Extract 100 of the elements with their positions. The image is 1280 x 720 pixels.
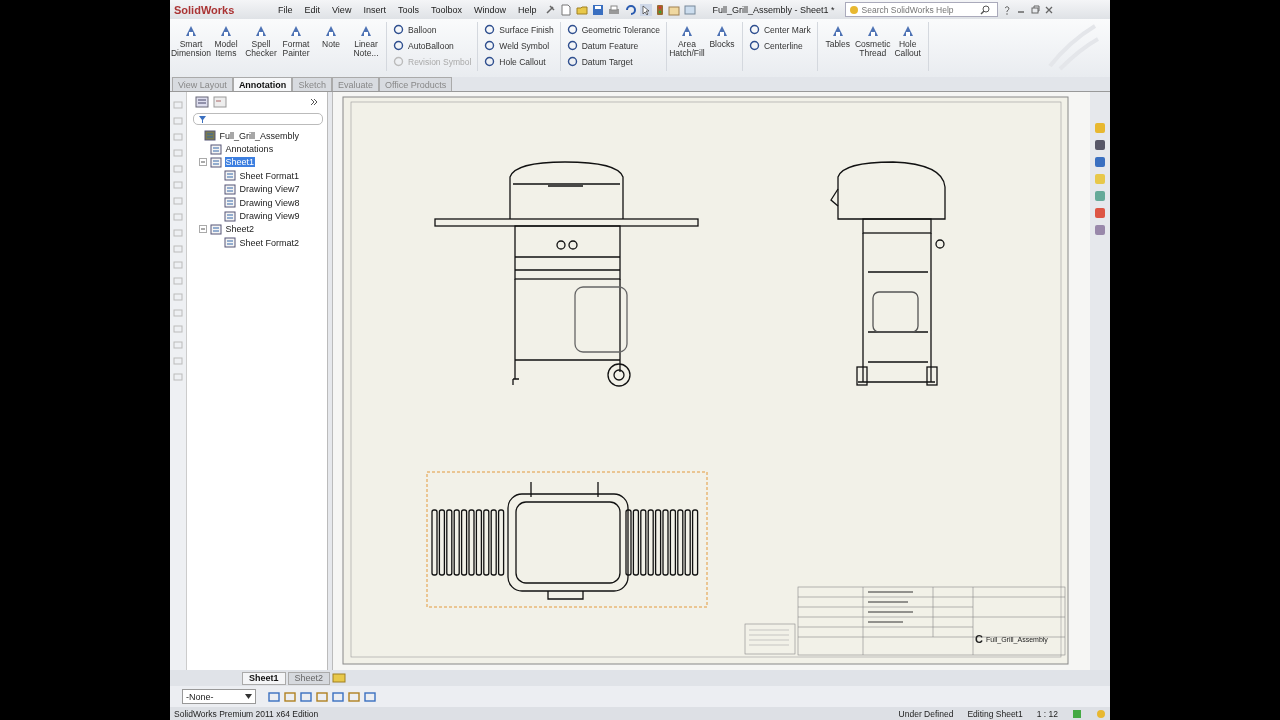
ribbon-button[interactable]: Center Mark xyxy=(745,22,814,37)
sketch-tool-icon[interactable] xyxy=(172,276,183,286)
ribbon-button[interactable]: Surface Finish xyxy=(481,22,557,37)
ribbon-button[interactable]: Note xyxy=(314,22,348,60)
ribbon-button[interactable]: Geometric Tolerance xyxy=(563,22,663,37)
ribbon-button[interactable]: Tables xyxy=(820,22,855,60)
toolbar-icon[interactable] xyxy=(300,690,312,703)
ribbon-button[interactable]: Linear Note... xyxy=(349,22,383,60)
toolbar-icon[interactable] xyxy=(316,690,328,703)
document-title: Full_Grill_Assembly - Sheet1 * xyxy=(712,4,835,15)
tree-item[interactable]: Annotations xyxy=(224,144,275,155)
tree-item[interactable]: Sheet Format1 xyxy=(238,170,301,181)
pin-icon[interactable] xyxy=(544,3,557,16)
open-folder-icon[interactable] xyxy=(576,3,589,16)
toolbar-icon[interactable] xyxy=(268,690,280,703)
ribbon-tab[interactable]: Annotation xyxy=(232,77,293,91)
tool-icon xyxy=(484,24,496,35)
task-pane-icon[interactable] xyxy=(1094,139,1106,151)
menu-item[interactable]: Window xyxy=(469,4,510,15)
toolbar-icon[interactable] xyxy=(332,690,344,703)
sketch-tool-icon[interactable] xyxy=(172,260,183,270)
tree-item[interactable]: Drawing View7 xyxy=(238,184,301,195)
tool-icon xyxy=(865,24,880,38)
tree-node-icon xyxy=(203,130,216,142)
ribbon-button[interactable]: Cosmetic Thread xyxy=(855,22,890,60)
layer-dropdown[interactable]: -None- xyxy=(182,689,256,704)
menu-item[interactable]: Toolbox xyxy=(426,4,466,15)
ribbon-button[interactable]: Hole Callout xyxy=(890,22,925,60)
ribbon-button[interactable]: Weld Symbol xyxy=(481,38,557,53)
sketch-tool-icon[interactable] xyxy=(172,212,183,222)
menu-item[interactable]: Tools xyxy=(393,4,423,15)
tree-item[interactable]: Full_Grill_Assembly xyxy=(218,130,301,141)
task-pane-icon[interactable] xyxy=(1094,224,1106,236)
tree-node-icon xyxy=(223,170,236,182)
ribbon-button[interactable]: Datum Target xyxy=(563,54,663,69)
sketch-tool-icon[interactable] xyxy=(172,116,183,126)
ribbon-button[interactable]: Balloon xyxy=(390,22,475,37)
tooltip-icon[interactable] xyxy=(1096,708,1106,719)
property-manager-tab-icon[interactable] xyxy=(212,96,227,108)
tool-icon xyxy=(566,40,578,51)
select-cursor-icon[interactable] xyxy=(640,3,653,16)
toolbar-icon[interactable] xyxy=(364,690,376,703)
tree-item[interactable]: Drawing View8 xyxy=(238,197,301,208)
ribbon-button[interactable]: Blocks xyxy=(704,22,739,60)
sketch-tool-icon[interactable] xyxy=(172,164,183,174)
ribbon-button[interactable]: Hole Callout xyxy=(481,54,557,69)
filter-field[interactable] xyxy=(192,113,324,125)
sketch-tool-icon[interactable] xyxy=(172,132,183,142)
search-field[interactable]: Search SolidWorks Help xyxy=(844,2,998,17)
ribbon-button[interactable]: Datum Feature xyxy=(563,38,663,53)
sketch-tool-icon[interactable] xyxy=(172,324,183,334)
task-pane-icon[interactable] xyxy=(1094,156,1106,168)
sketch-tool-icon[interactable] xyxy=(172,100,183,110)
ribbon-button[interactable]: Centerline xyxy=(745,38,814,53)
sketch-tool-icon[interactable] xyxy=(172,372,183,382)
tree-item[interactable]: Sheet1 xyxy=(224,157,256,168)
add-sheet-icon[interactable] xyxy=(332,673,347,683)
tree-item[interactable]: Sheet Format2 xyxy=(238,237,301,248)
rebuild-icon[interactable] xyxy=(1072,708,1082,719)
sketch-tool-icon[interactable] xyxy=(172,244,183,254)
tree-node-icon xyxy=(223,210,236,222)
tree-item[interactable]: Sheet2 xyxy=(224,224,256,235)
sketch-tool-icon[interactable] xyxy=(172,196,183,206)
collapse-icon[interactable] xyxy=(198,158,207,167)
sketch-tool-icon[interactable] xyxy=(172,180,183,190)
ribbon-button[interactable]: Format Painter xyxy=(279,22,313,60)
sheet-tab[interactable]: Sheet2 xyxy=(287,671,331,685)
ribbon-button[interactable]: Spell Checker xyxy=(244,22,278,60)
tree-node-icon xyxy=(223,197,236,209)
expand-panel-icon[interactable] xyxy=(309,97,320,107)
menu-item[interactable]: Edit xyxy=(300,4,325,15)
toolbar-icon[interactable] xyxy=(284,690,296,703)
menu-item[interactable]: View xyxy=(328,4,356,15)
new-document-icon[interactable] xyxy=(560,3,573,16)
sketch-tool-icon[interactable] xyxy=(172,292,183,302)
tree-item[interactable]: Drawing View9 xyxy=(238,211,301,222)
undo-icon[interactable] xyxy=(624,3,637,16)
sketch-tool-icon[interactable] xyxy=(172,148,183,158)
sketch-tool-icon[interactable] xyxy=(172,228,183,238)
feature-manager-tab-icon[interactable] xyxy=(194,96,209,108)
menu-item[interactable]: Help xyxy=(513,4,541,15)
tool-icon xyxy=(830,24,845,38)
ribbon-button[interactable]: Area Hatch/Fill xyxy=(669,22,704,60)
tool-icon xyxy=(359,24,373,38)
menu-item[interactable]: Insert xyxy=(359,4,390,15)
sketch-tool-icon[interactable] xyxy=(172,308,183,318)
options-icon[interactable] xyxy=(668,3,681,16)
ribbon-button[interactable]: AutoBalloon xyxy=(390,38,475,53)
sketch-tool-icon[interactable] xyxy=(172,340,183,350)
task-pane-icon[interactable] xyxy=(1094,207,1106,219)
sketch-tool-icon[interactable] xyxy=(172,356,183,366)
restore-icon[interactable] xyxy=(1029,3,1040,16)
save-icon[interactable] xyxy=(592,3,605,16)
traffic-light-icon[interactable] xyxy=(656,3,665,16)
toolbar-icon[interactable] xyxy=(348,690,360,703)
menu-item[interactable]: File xyxy=(274,4,297,15)
printer-icon[interactable] xyxy=(608,3,621,16)
sheet-tab[interactable]: Sheet1 xyxy=(242,671,286,685)
display-icon[interactable] xyxy=(684,3,697,16)
collapse-icon[interactable] xyxy=(198,225,207,234)
